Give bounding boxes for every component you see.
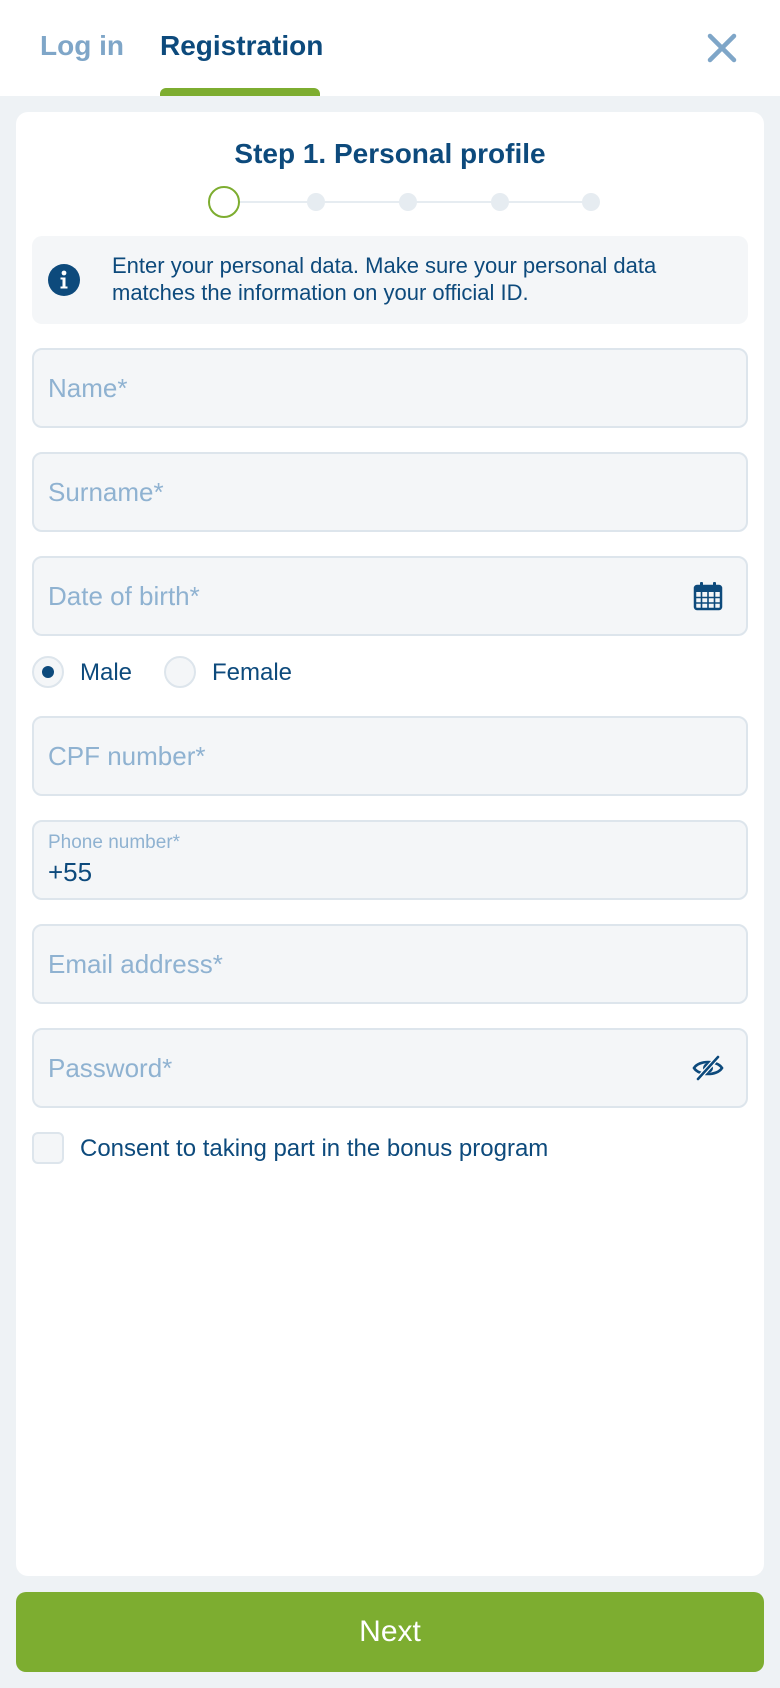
gender-selector: Male Female — [32, 656, 748, 696]
step-dot-2 — [307, 193, 325, 211]
step-dot-5 — [582, 193, 600, 211]
tab-login[interactable]: Log in — [40, 30, 124, 62]
tab-registration[interactable]: Registration — [160, 30, 323, 62]
dob-field — [32, 556, 748, 636]
password-input[interactable] — [48, 1030, 688, 1106]
close-button[interactable] — [704, 30, 740, 66]
next-button[interactable]: Next — [16, 1592, 764, 1672]
info-icon — [48, 264, 80, 296]
step-dot-4 — [491, 193, 509, 211]
cpf-field — [32, 716, 748, 796]
gender-male-option[interactable]: Male — [32, 656, 142, 692]
name-input[interactable] — [48, 350, 688, 426]
name-field — [32, 348, 748, 428]
email-field — [32, 924, 748, 1004]
bonus-consent-label[interactable]: Consent to taking part in the bonus prog… — [80, 1135, 548, 1163]
phone-input[interactable] — [48, 848, 688, 896]
eye-slash-icon[interactable] — [692, 1052, 724, 1084]
gender-female-option[interactable]: Female — [164, 656, 304, 692]
female-radio[interactable] — [164, 656, 196, 688]
bonus-consent-row: Consent to taking part in the bonus prog… — [32, 1132, 748, 1168]
cpf-input[interactable] — [48, 718, 688, 794]
step-title: Step 1. Personal profile — [234, 138, 546, 169]
active-tab-indicator — [160, 88, 320, 96]
info-text: Enter your personal data. Make sure your… — [112, 253, 657, 305]
info-notice: Enter your personal data. Make sure your… — [32, 236, 748, 324]
header: Log in Registration — [0, 0, 780, 96]
step-progress — [192, 182, 612, 222]
male-radio[interactable] — [32, 656, 64, 688]
surname-field — [32, 452, 748, 532]
close-icon — [707, 33, 737, 63]
calendar-icon[interactable] — [692, 580, 724, 612]
password-field — [32, 1028, 748, 1108]
surname-input[interactable] — [48, 454, 688, 530]
male-label: Male — [80, 659, 133, 686]
step-dot-1 — [208, 186, 240, 218]
step-dot-3 — [399, 193, 417, 211]
dob-input[interactable] — [48, 558, 688, 634]
bonus-consent-checkbox[interactable] — [32, 1132, 64, 1164]
female-label: Female — [212, 659, 293, 686]
email-input[interactable] — [48, 926, 688, 1002]
registration-card: Step 1. Personal profile Enter your pers… — [16, 112, 764, 1576]
phone-field: Phone number* — [32, 820, 748, 900]
radio-selected-dot — [42, 666, 54, 678]
